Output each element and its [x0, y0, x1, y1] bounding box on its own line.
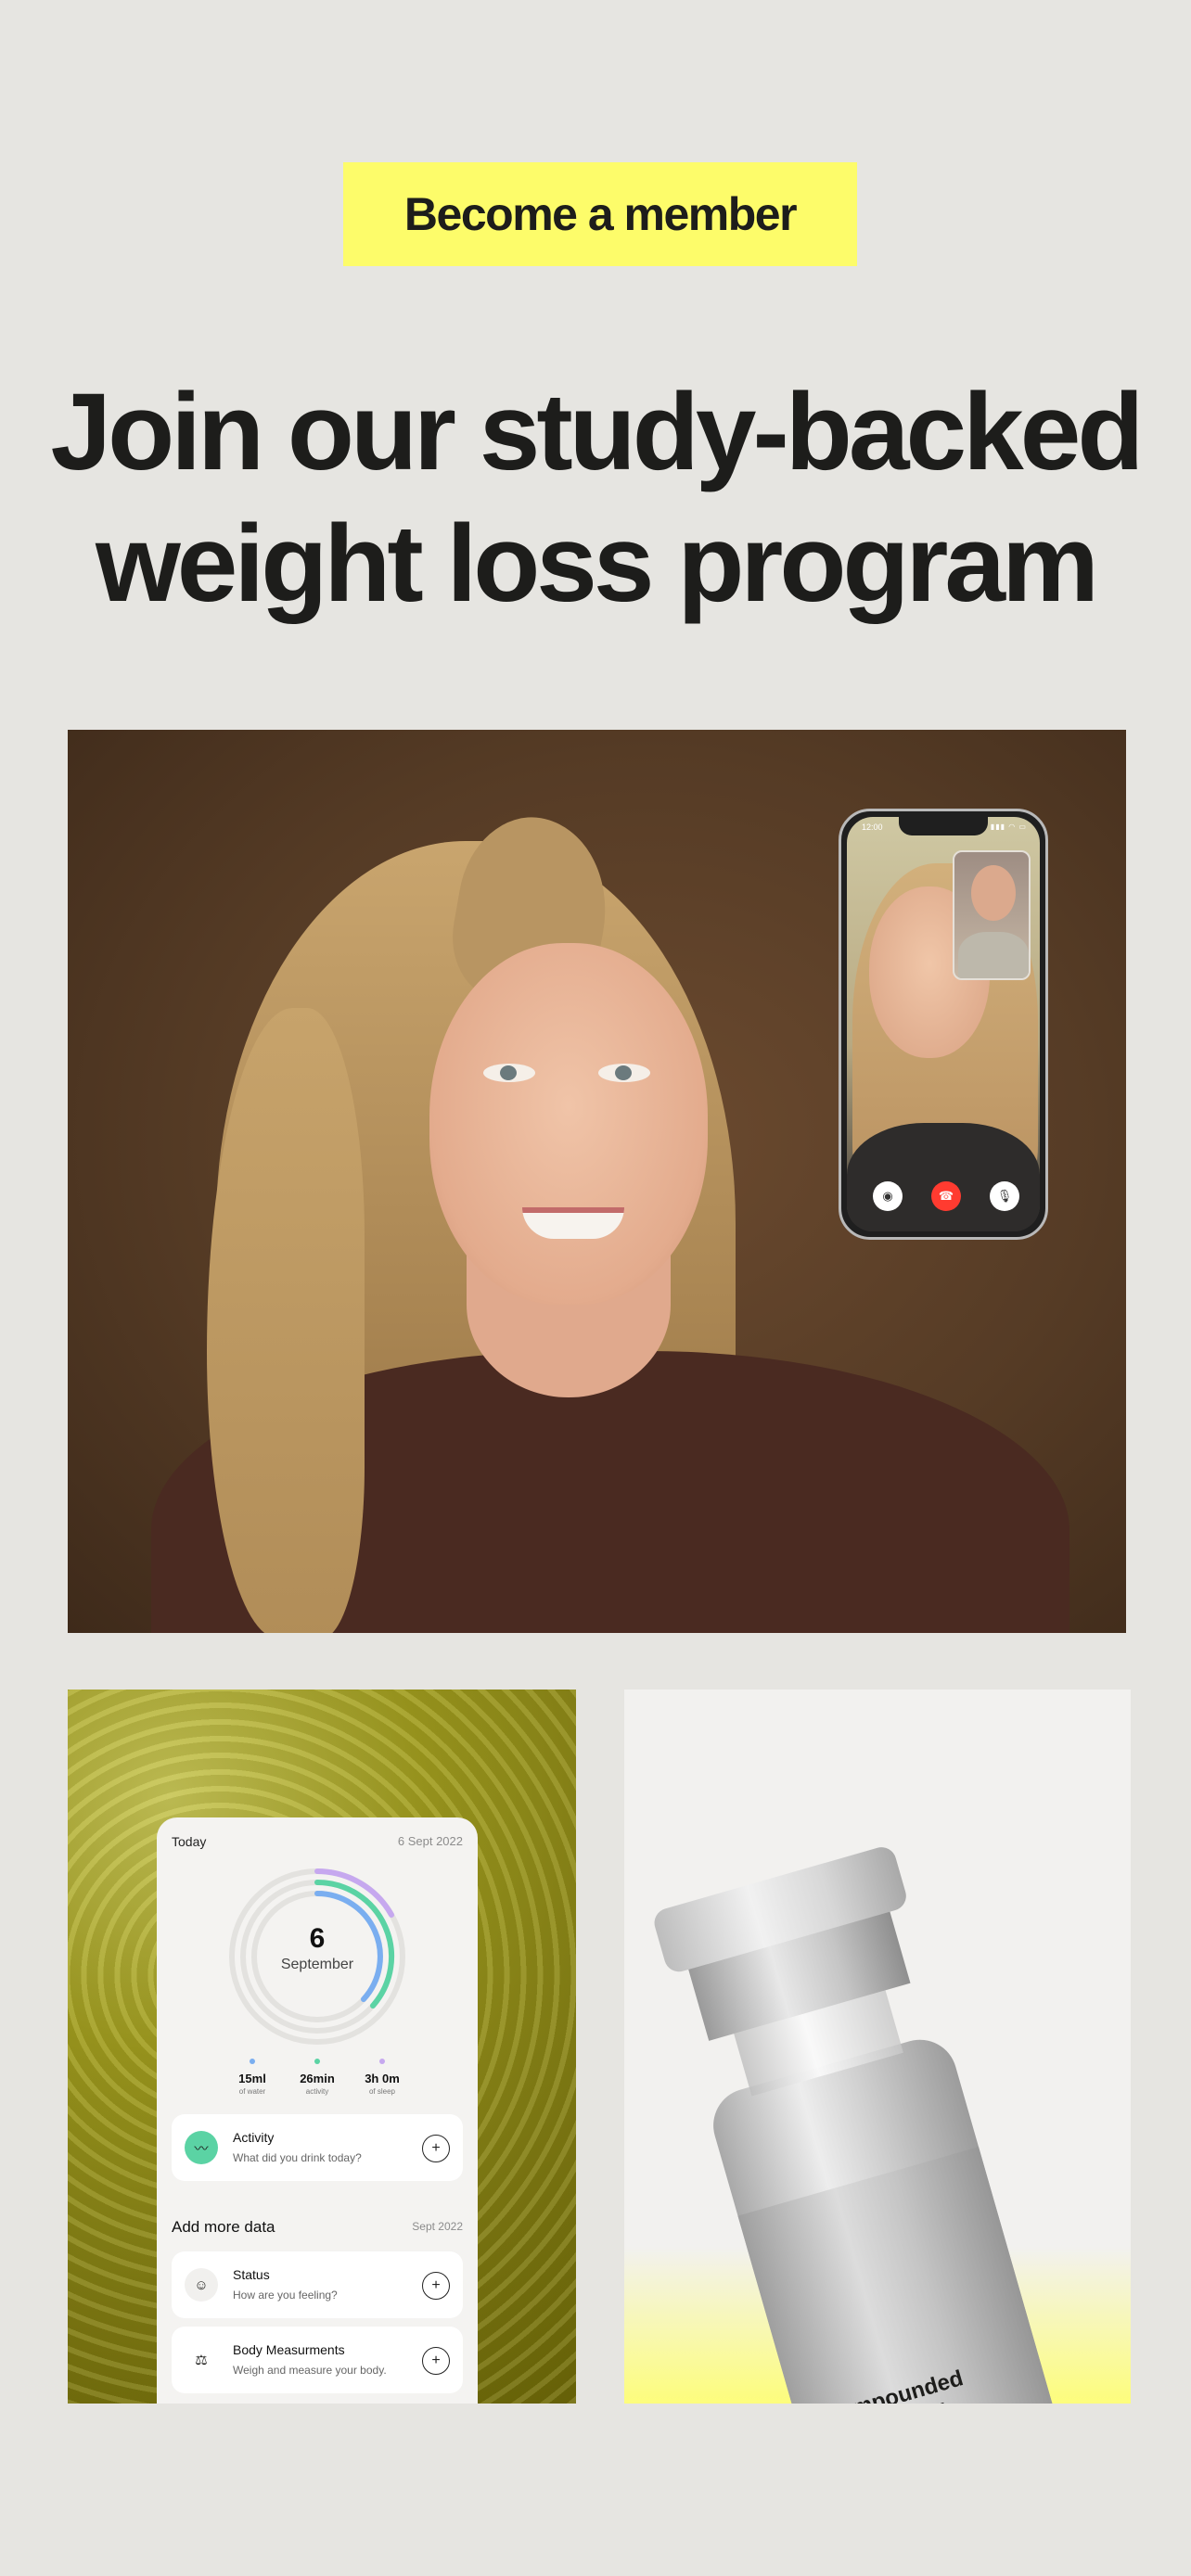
right-eye — [598, 1064, 650, 1082]
smile — [522, 1207, 624, 1239]
stat-sleep: 3h 0m of sleep — [360, 2059, 404, 2096]
headline-line-2: weight loss program — [96, 503, 1099, 625]
stat-value: 15ml — [238, 2072, 266, 2085]
doctor-face — [971, 865, 1016, 921]
stat-label: of water — [238, 2087, 266, 2096]
mic-icon[interactable]: 🎙 — [990, 1181, 1019, 1211]
semaglutide-vial: Compounded Semaglutide — [650, 1843, 1079, 2404]
ring-day: 6 — [309, 1923, 326, 1954]
stat-value: 3h 0m — [365, 2072, 400, 2085]
vial-card: Compounded Semaglutide — [624, 1690, 1131, 2404]
add-more-data-date: Sept 2022 — [412, 2220, 463, 2233]
woman-face — [429, 943, 708, 1305]
sleep-dot — [379, 2059, 385, 2064]
phone-time: 12:00 — [862, 823, 883, 832]
camera-icon[interactable]: ◉ — [873, 1181, 903, 1211]
doctor-shirt — [958, 932, 1029, 978]
lime-background-card: Today 6 Sept 2022 6 September 15ml of wa… — [68, 1690, 576, 2404]
video-call-screen: 12:00 ▮▮▮ ◠ ▭ ◉ ☎ 🎙 — [847, 817, 1040, 1231]
stat-value: 26min — [300, 2072, 335, 2085]
body-title: Body Measurments — [233, 2342, 345, 2357]
today-date: 6 Sept 2022 — [397, 1834, 463, 1848]
phone-notch — [899, 817, 988, 835]
activity-rings: 6 September — [224, 1864, 410, 2049]
activity-subtitle: What did you drink today? — [233, 2151, 362, 2164]
water-dot — [250, 2059, 255, 2064]
scale-icon: ⚖ — [185, 2343, 218, 2377]
health-app-mockup: Today 6 Sept 2022 6 September 15ml of wa… — [157, 1817, 478, 2404]
end-call-icon[interactable]: ☎ — [931, 1181, 961, 1211]
stats-row: 15ml of water 26min activity 3h 0m of sl… — [157, 2059, 478, 2096]
hero-photo: 12:00 ▮▮▮ ◠ ▭ ◉ ☎ 🎙 — [68, 730, 1126, 1633]
call-body — [847, 1123, 1040, 1231]
status-title: Status — [233, 2267, 270, 2282]
pulse-icon: 〰 — [185, 2131, 218, 2164]
add-body-icon[interactable]: + — [422, 2347, 450, 2375]
status-subtitle: How are you feeling? — [233, 2289, 338, 2302]
stat-label: activity — [305, 2087, 329, 2096]
add-activity-icon[interactable]: + — [422, 2135, 450, 2162]
phone-mockup: 12:00 ▮▮▮ ◠ ▭ ◉ ☎ 🎙 — [839, 809, 1048, 1240]
add-status-icon[interactable]: + — [422, 2272, 450, 2300]
activity-title: Activity — [233, 2130, 275, 2145]
activity-dot — [314, 2059, 320, 2064]
left-eye — [483, 1064, 535, 1082]
status-card[interactable]: ☺ Status How are you feeling? + — [172, 2251, 463, 2318]
body-measurements-card[interactable]: ⚖ Body Measurments Weigh and measure you… — [172, 2327, 463, 2393]
award-icon: ☺ — [185, 2268, 218, 2302]
activity-card[interactable]: 〰 Activity What did you drink today? + — [172, 2114, 463, 2181]
phone-status-icons: ▮▮▮ ◠ ▭ — [990, 823, 1027, 831]
ring-month: September — [280, 1957, 354, 1972]
stat-water: 15ml of water — [230, 2059, 275, 2096]
page-headline: Join our study-backed weight loss progra… — [0, 366, 1191, 630]
body-subtitle: Weigh and measure your body. — [233, 2364, 387, 2377]
today-label: Today — [172, 1834, 207, 1849]
stat-label: of sleep — [368, 2087, 396, 2096]
headline-line-1: Join our study-backed — [50, 371, 1145, 493]
become-member-button[interactable]: Become a member — [343, 162, 857, 266]
add-more-data-heading: Add more data — [172, 2218, 275, 2236]
doctor-pip-video — [953, 850, 1031, 980]
stat-activity: 26min activity — [295, 2059, 339, 2096]
